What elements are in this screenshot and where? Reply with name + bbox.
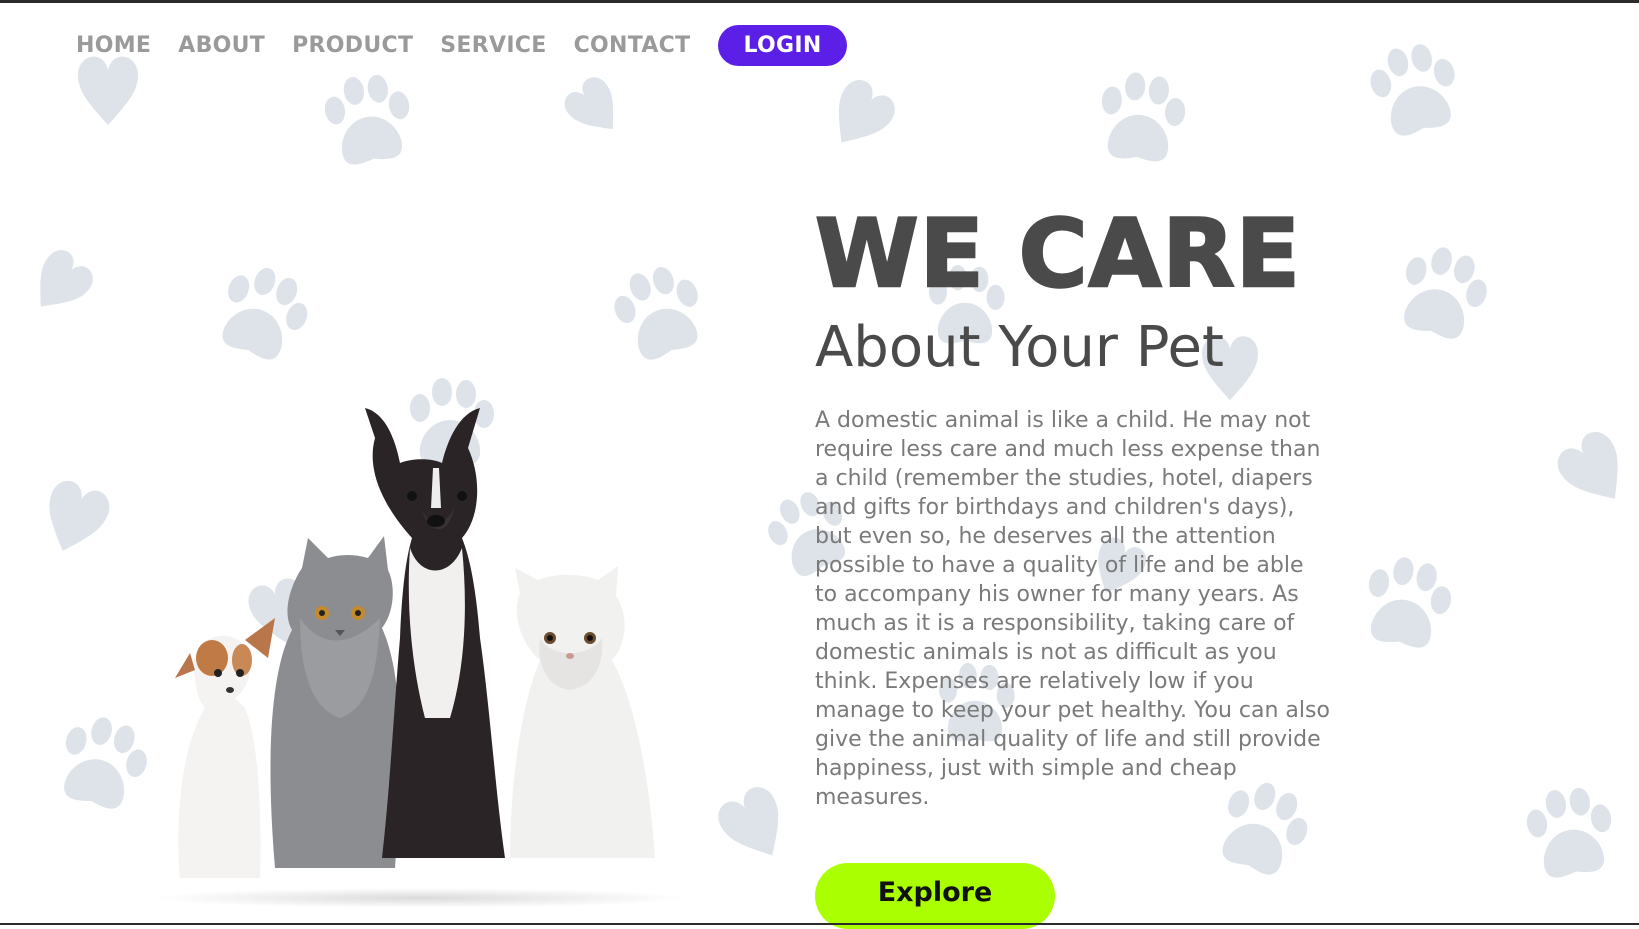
heart-icon: [1549, 423, 1639, 519]
paw-print-icon: [1086, 69, 1194, 177]
grey-cat-figure: [270, 536, 401, 868]
heart-icon: [12, 236, 107, 331]
nav-home-link[interactable]: HOME: [76, 33, 151, 58]
main-nav: HOME ABOUT PRODUCT SERVICE CONTACT LOGIN: [76, 25, 847, 66]
nav-about-link[interactable]: ABOUT: [178, 33, 265, 58]
puppy-figure: [175, 618, 275, 878]
paw-print-icon: [596, 254, 724, 382]
nav-contact-link[interactable]: CONTACT: [574, 33, 691, 58]
paw-print-icon: [1379, 237, 1501, 359]
login-button[interactable]: LOGIN: [718, 25, 847, 66]
hero-title: WE CARE: [814, 200, 1301, 309]
paw-print-icon: [1354, 34, 1476, 156]
hero-subtitle: About Your Pet: [815, 315, 1224, 380]
pets-illustration: [175, 408, 655, 878]
paw-print-icon: [196, 254, 324, 382]
heart-icon: [710, 778, 799, 873]
pets-shadow: [150, 888, 690, 908]
paw-print-icon: [310, 67, 426, 183]
paw-print-icon: [1347, 550, 1463, 666]
nav-product-link[interactable]: PRODUCT: [292, 33, 413, 58]
pets-image: [150, 408, 690, 908]
heart-icon: [31, 472, 118, 565]
paw-print-icon: [39, 707, 161, 829]
white-cat-figure: [510, 566, 655, 858]
explore-button[interactable]: Explore: [815, 863, 1055, 929]
hero-description: A domestic animal is like a child. He ma…: [815, 408, 1330, 810]
heart-icon: [549, 63, 641, 154]
paw-print-icon: [1512, 780, 1628, 896]
nav-service-link[interactable]: SERVICE: [440, 33, 546, 58]
heart-icon: [811, 67, 908, 164]
hero-section: WE CARE About Your Pet A domestic animal…: [814, 200, 1335, 812]
